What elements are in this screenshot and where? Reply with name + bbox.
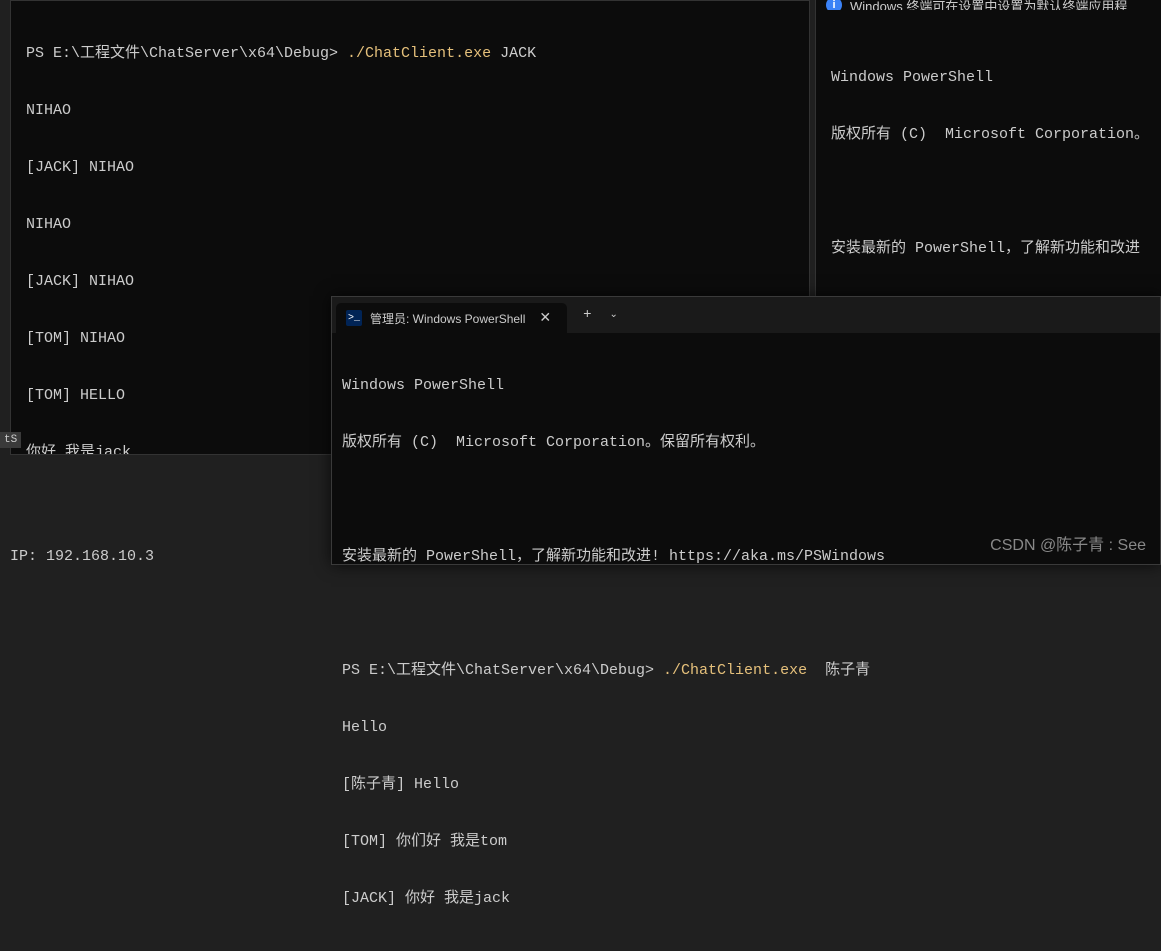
- tab-dropdown-button[interactable]: ⌄: [606, 305, 622, 325]
- blank-line: [342, 490, 1150, 509]
- command-text: ./ChatClient.exe: [347, 45, 491, 62]
- ps-install-hint: 安装最新的 PowerShell，了解新功能和改进: [831, 239, 1146, 258]
- ps-header: Windows PowerShell: [831, 68, 1146, 87]
- output-line: Hello: [342, 718, 1150, 737]
- output-line: [JACK] 你好 我是jack: [342, 889, 1150, 908]
- terminal-tab[interactable]: >_ 管理员: Windows PowerShell ✕: [336, 303, 567, 333]
- output-line: NIHAO: [26, 215, 794, 234]
- close-tab-button[interactable]: ✕: [533, 308, 557, 329]
- side-badge: tS: [0, 432, 21, 448]
- output-line: [TOM] 你们好 我是tom: [342, 832, 1150, 851]
- prompt-prefix: PS E:\工程文件\ChatServer\x64\Debug>: [342, 662, 663, 679]
- ip-text: IP: 192.168.10.3: [10, 548, 154, 565]
- blank-line: [342, 604, 1150, 623]
- info-icon: i: [826, 0, 842, 10]
- ps-copyright: 版权所有 (C) Microsoft Corporation。: [831, 125, 1146, 144]
- output-line: [JACK] NIHAO: [26, 272, 794, 291]
- terminal-front-window: >_ 管理员: Windows PowerShell ✕ + ⌄ Windows…: [331, 296, 1161, 565]
- blank-line: [831, 182, 1146, 201]
- terminal-front-content[interactable]: Windows PowerShell 版权所有 (C) Microsoft Co…: [332, 333, 1160, 951]
- ps-header: Windows PowerShell: [342, 376, 1150, 395]
- title-bar[interactable]: >_ 管理员: Windows PowerShell ✕ + ⌄: [332, 297, 1160, 333]
- watermark-text: CSDN @陈子青 : See: [990, 531, 1146, 555]
- output-line: [陈子青] Hello: [342, 775, 1150, 794]
- new-tab-button[interactable]: +: [575, 303, 599, 327]
- command-arg: JACK: [491, 45, 536, 62]
- powershell-icon: >_: [346, 310, 362, 326]
- command-text: ./ChatClient.exe: [663, 662, 807, 679]
- ps-copyright: 版权所有 (C) Microsoft Corporation。保留所有权利。: [342, 433, 1150, 452]
- prompt-prefix: PS E:\工程文件\ChatServer\x64\Debug>: [26, 45, 347, 62]
- output-line: NIHAO: [26, 101, 794, 120]
- command-arg: 陈子青: [807, 662, 870, 679]
- prompt-line: PS E:\工程文件\ChatServer\x64\Debug> ./ChatC…: [26, 44, 794, 63]
- info-banner-text: Windows 终端可在设置中设置为默认终端应用程: [850, 0, 1127, 10]
- tab-title-text: 管理员: Windows PowerShell: [370, 310, 525, 327]
- prompt-line: PS E:\工程文件\ChatServer\x64\Debug> ./ChatC…: [342, 661, 1150, 680]
- info-banner: i Windows 终端可在设置中设置为默认终端应用程: [826, 0, 1161, 10]
- tab-controls: + ⌄: [575, 303, 622, 327]
- output-line: [JACK] NIHAO: [26, 158, 794, 177]
